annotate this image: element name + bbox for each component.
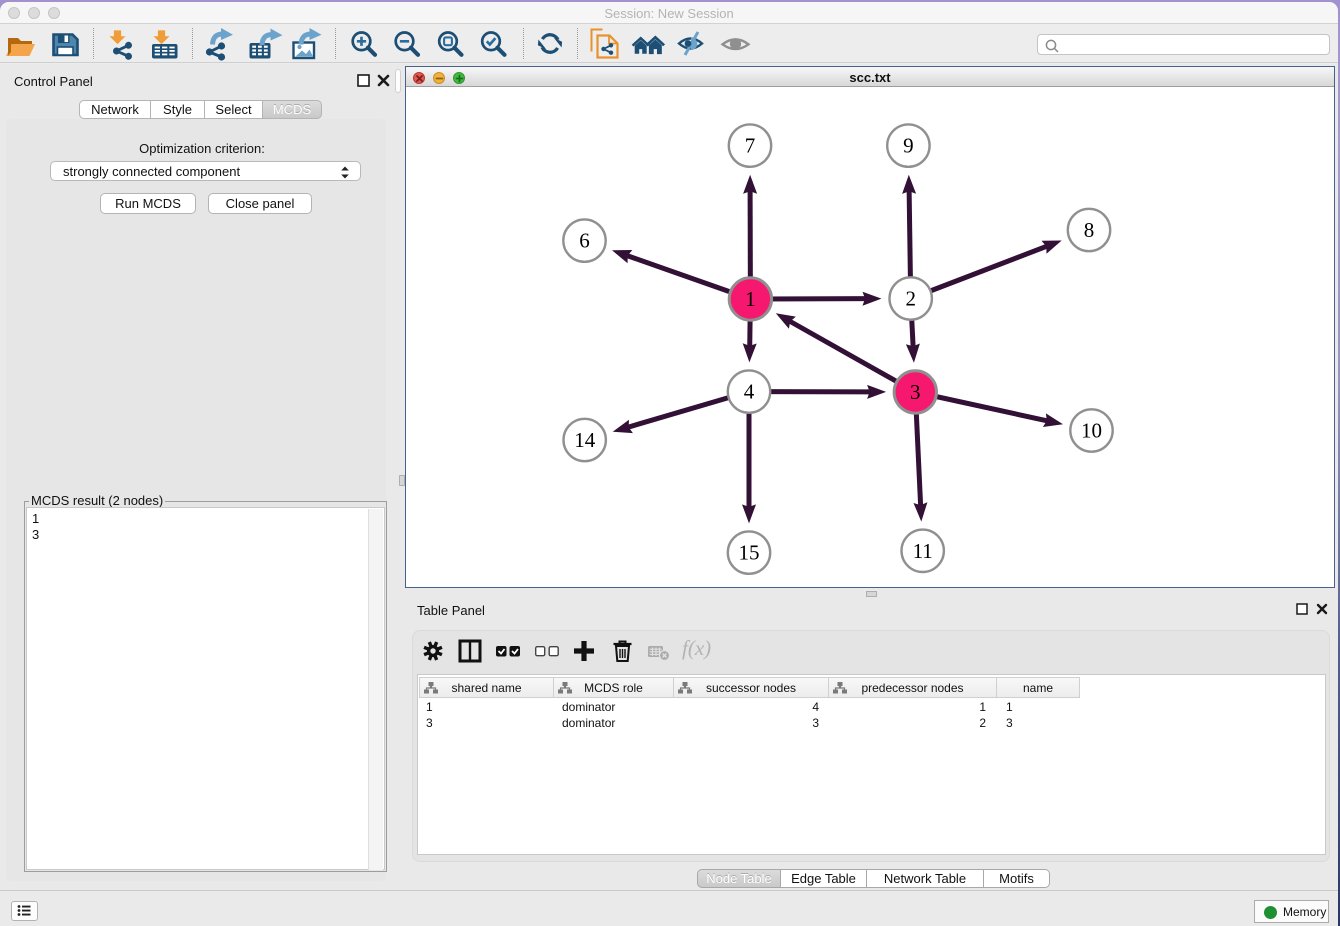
svg-text:1: 1 — [745, 287, 756, 311]
svg-text:2: 2 — [905, 286, 916, 310]
svg-text:4: 4 — [744, 379, 755, 403]
svg-text:9: 9 — [903, 133, 914, 157]
svg-text:14: 14 — [574, 428, 596, 452]
svg-text:10: 10 — [1081, 418, 1102, 442]
svg-text:3: 3 — [910, 380, 921, 404]
svg-text:6: 6 — [579, 228, 590, 252]
svg-text:f(x): f(x) — [682, 636, 711, 660]
svg-text:7: 7 — [745, 133, 756, 157]
svg-text:11: 11 — [913, 538, 933, 562]
svg-text:8: 8 — [1084, 218, 1095, 242]
svg-text:15: 15 — [739, 540, 760, 564]
